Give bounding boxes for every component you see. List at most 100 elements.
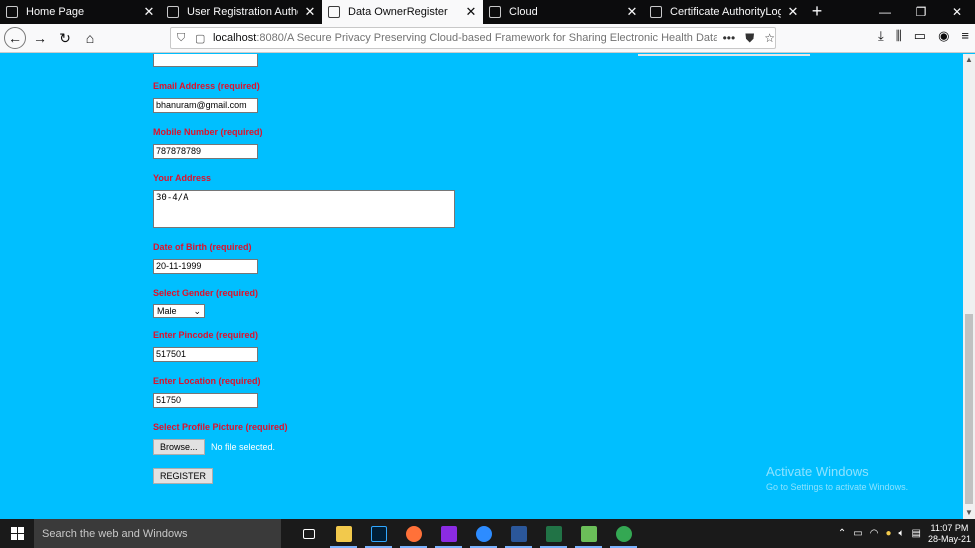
- new-tab-button[interactable]: +: [805, 0, 829, 24]
- page-icon: [489, 6, 501, 18]
- antivirus-icon[interactable]: ●: [885, 528, 891, 539]
- windows-logo-icon: [10, 527, 24, 540]
- battery-icon[interactable]: ▭: [853, 528, 862, 539]
- email-field[interactable]: bhanuram@gmail.com: [153, 98, 258, 113]
- reload-icon[interactable]: ↻: [54, 27, 76, 49]
- taskbar: Search the web and Windows ⌃ ▭ ◠ ● 🔈︎ ▤ …: [0, 519, 975, 548]
- mobile-field[interactable]: 787878789: [153, 144, 258, 159]
- dob-field[interactable]: 20-11-1999: [153, 259, 258, 274]
- clock[interactable]: 11:07 PM 28-May-21: [928, 523, 971, 545]
- library-icon[interactable]: ⫼: [896, 28, 902, 44]
- word-icon[interactable]: [501, 519, 536, 548]
- close-icon[interactable]: ✕: [304, 5, 316, 18]
- photoshop-icon[interactable]: [361, 519, 396, 548]
- url-tools: ••• ⛊ ☆: [723, 31, 775, 46]
- account-icon[interactable]: ◉: [938, 28, 949, 44]
- watermark-subtitle: Go to Settings to activate Windows.: [766, 482, 909, 492]
- scroll-up-icon[interactable]: ▲: [963, 54, 975, 66]
- activation-watermark: Activate Windows Go to Settings to activ…: [766, 464, 908, 492]
- chevron-down-icon: ⌄: [193, 305, 201, 316]
- close-icon[interactable]: ✕: [143, 5, 155, 18]
- url-bar[interactable]: ⛉ ▢ localhost:8080/A Secure Privacy Pres…: [170, 27, 776, 49]
- tab-cloud[interactable]: Cloud ✕: [483, 0, 644, 24]
- forward-icon[interactable]: →: [29, 27, 51, 49]
- picture-label: Select Profile Picture (required): [153, 422, 288, 432]
- window-controls: — ❐ ✕: [867, 0, 975, 24]
- gender-label: Select Gender (required): [153, 288, 259, 298]
- download-icon[interactable]: ⤓: [878, 28, 884, 44]
- tab-certificate-authority[interactable]: Certificate AuthorityLogin ✕: [644, 0, 805, 24]
- clock-time: 11:07 PM: [930, 522, 969, 533]
- file-explorer-icon[interactable]: [326, 519, 361, 548]
- bookmark-star-icon[interactable]: ☆: [764, 31, 775, 46]
- no-file-text: No file selected.: [211, 442, 276, 452]
- location-field[interactable]: 51750: [153, 393, 258, 408]
- page-content: Email Address (required) bhanuram@gmail.…: [0, 54, 963, 519]
- zoom-icon[interactable]: [466, 519, 501, 548]
- page-icon: [6, 6, 18, 18]
- restore-icon[interactable]: ❐: [903, 0, 939, 24]
- url-host: localhost: [212, 32, 257, 44]
- chevron-up-icon[interactable]: ⌃: [838, 528, 846, 539]
- notepad-icon[interactable]: [571, 519, 606, 548]
- shield-icon[interactable]: ⛉: [177, 32, 189, 45]
- gender-select[interactable]: Male ⌄: [153, 304, 205, 318]
- page-icon: [650, 6, 662, 18]
- notification-icon[interactable]: ▤: [912, 528, 921, 539]
- taskbar-search[interactable]: Search the web and Windows: [34, 519, 281, 548]
- wifi-icon[interactable]: ◠: [870, 528, 879, 539]
- address-label: Your Address: [153, 173, 212, 183]
- dob-label: Date of Birth (required): [153, 242, 252, 252]
- close-icon[interactable]: ✕: [787, 5, 799, 18]
- tab-title: Cloud: [509, 6, 538, 18]
- winrar-icon[interactable]: [431, 519, 466, 548]
- tab-user-registration[interactable]: User Registration Authenticatio ✕: [161, 0, 322, 24]
- gender-selected-value: Male: [157, 306, 177, 316]
- page-icon: [328, 6, 340, 18]
- location-label: Enter Location (required): [153, 376, 261, 386]
- previous-field-input[interactable]: [153, 54, 258, 67]
- scroll-down-icon[interactable]: ▼: [963, 507, 975, 519]
- close-icon[interactable]: ✕: [626, 5, 638, 18]
- watermark-title: Activate Windows: [766, 464, 869, 479]
- tab-home-page[interactable]: Home Page ✕: [0, 0, 161, 24]
- back-icon[interactable]: ←: [4, 27, 26, 49]
- page-scrollbar[interactable]: ▲ ▼: [963, 54, 975, 519]
- home-icon[interactable]: ⌂: [79, 27, 101, 49]
- chrome-icon[interactable]: [606, 519, 641, 548]
- sidebar-icon[interactable]: ▭: [914, 28, 926, 44]
- toolbar-right: ⤓ ⫼ ▭ ◉ ≡: [878, 28, 969, 44]
- mobile-label: Mobile Number (required): [153, 127, 263, 137]
- tab-title: Data OwnerRegister: [348, 6, 448, 18]
- url-path: :8080/A Secure Privacy Preserving Cloud-…: [256, 32, 717, 44]
- tab-title: User Registration Authenticatio: [187, 6, 298, 18]
- address-textarea[interactable]: 30-4/A: [153, 190, 455, 228]
- tab-data-owner-register[interactable]: Data OwnerRegister ✕: [322, 0, 483, 24]
- minimize-icon[interactable]: —: [867, 0, 903, 24]
- menu-icon[interactable]: ≡: [961, 28, 969, 44]
- page-info-icon[interactable]: ▢: [195, 32, 209, 45]
- scrollbar-thumb[interactable]: [965, 314, 973, 504]
- excel-icon[interactable]: [536, 519, 571, 548]
- taskbar-apps: [291, 519, 641, 548]
- tab-title: Home Page: [26, 6, 85, 18]
- browse-button[interactable]: Browse...: [153, 439, 205, 455]
- system-tray: ⌃ ▭ ◠ ● 🔈︎ ▤ 11:07 PM 28-May-21: [838, 519, 975, 548]
- email-label: Email Address (required): [153, 81, 260, 91]
- tab-bar: Home Page ✕ User Registration Authentica…: [0, 0, 975, 24]
- volume-icon[interactable]: 🔈︎: [899, 528, 905, 539]
- close-window-icon[interactable]: ✕: [939, 0, 975, 24]
- pocket-icon[interactable]: ⛊: [745, 31, 754, 46]
- register-button[interactable]: REGISTER: [153, 468, 214, 484]
- page-icon: [167, 6, 179, 18]
- close-icon[interactable]: ✕: [465, 5, 477, 18]
- more-actions-icon[interactable]: •••: [723, 31, 736, 46]
- navigation-bar: ← → ↻ ⌂ ⛉ ▢ localhost:8080/A Secure Priv…: [0, 24, 975, 53]
- firefox-icon[interactable]: [396, 519, 431, 548]
- start-button[interactable]: [0, 519, 34, 548]
- pincode-field[interactable]: 517501: [153, 347, 258, 362]
- url-text[interactable]: localhost:8080/A Secure Privacy Preservi…: [213, 32, 717, 44]
- tab-title: Certificate AuthorityLogin: [670, 6, 781, 18]
- clock-date: 28-May-21: [927, 533, 971, 544]
- task-view-icon[interactable]: [291, 519, 326, 548]
